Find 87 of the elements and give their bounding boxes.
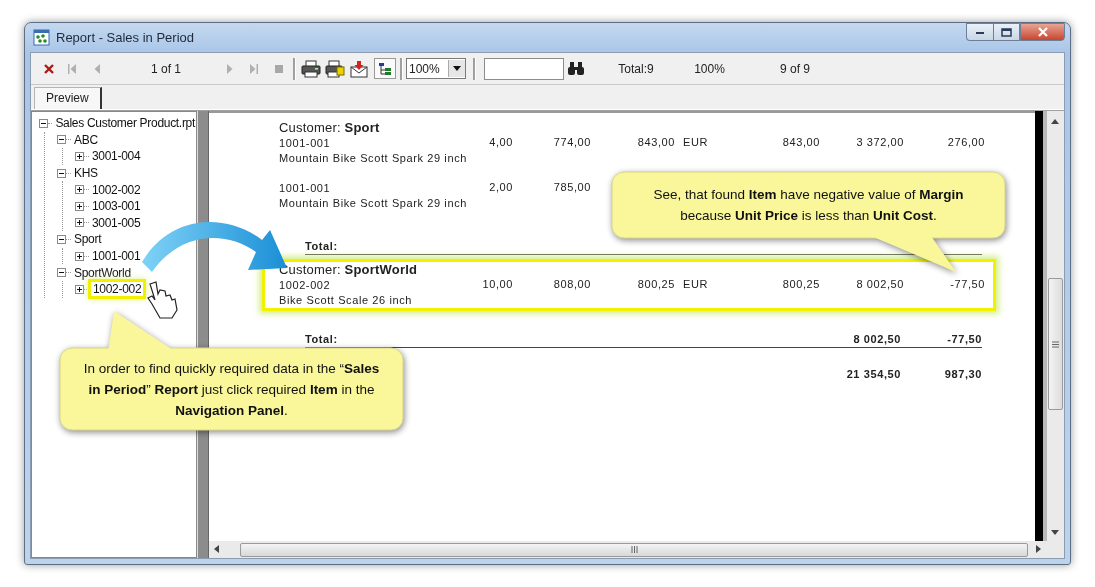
zoom-level: 100%: [693, 61, 726, 76]
close-button[interactable]: [1020, 23, 1065, 41]
hand-cursor-icon: [147, 281, 178, 319]
product-description: Mountain Bike Scott Spark 29 inch: [279, 151, 467, 166]
tree-item[interactable]: 3001-004: [91, 149, 142, 164]
product-code: 1001-001: [279, 181, 332, 196]
expand-icon[interactable]: [75, 251, 84, 261]
scroll-right-icon[interactable]: [1036, 545, 1042, 554]
mail-export-icon[interactable]: [349, 59, 369, 78]
minimize-icon: [975, 29, 985, 35]
currency-cell-text: EUR: [683, 278, 710, 292]
total-margin: -77,50: [946, 332, 982, 347]
amount-cell-text: 8 002,50: [855, 278, 904, 292]
zoom-dropdown[interactable]: 100%: [406, 58, 466, 79]
expand-icon[interactable]: [75, 218, 84, 228]
binoculars-icon[interactable]: [567, 61, 585, 76]
dropdown-arrow-icon: [453, 66, 461, 71]
collapse-icon[interactable]: [57, 168, 66, 178]
tree-item[interactable]: SportWorld: [73, 265, 132, 280]
grip-icon: [630, 546, 638, 553]
tree-item[interactable]: 1002-002: [91, 282, 144, 297]
expand-icon[interactable]: [75, 201, 84, 211]
collapse-icon[interactable]: [57, 268, 66, 278]
search-field[interactable]: [484, 57, 564, 80]
tree-item[interactable]: 1003-001: [91, 199, 142, 214]
maximize-icon: [1001, 27, 1012, 37]
total-count: Total:9: [617, 61, 655, 76]
customer-heading: Customer: SportWorld: [279, 262, 419, 277]
quantity-cell-text: 10,00: [481, 278, 513, 292]
print-setup-icon[interactable]: [325, 59, 345, 78]
product-code: 1001-001: [279, 136, 332, 151]
window-title: Report - Sales in Period: [56, 30, 194, 45]
tree-toggle-button[interactable]: [374, 58, 396, 79]
unit-price-cell-text: 843,00: [781, 136, 820, 150]
amount-cell-text: 3 372,00: [855, 136, 904, 150]
total-label: Total:: [305, 239, 339, 254]
tree-item[interactable]: KHS: [73, 166, 99, 181]
minimize-button[interactable]: [966, 23, 993, 41]
callout-text: See, that found Item have negative value of Margin because Unit Price is less than Unit Cost.: [652, 186, 965, 225]
expand-icon[interactable]: [75, 185, 84, 195]
currency-cell-text: EUR: [683, 136, 710, 150]
price-cell-text: 800,25: [636, 278, 675, 292]
unit-price-cell-text: 800,25: [781, 278, 820, 292]
price-cell-text: 843,00: [636, 136, 675, 150]
product-description: Bike Scott Scale 26 inch: [279, 293, 413, 308]
record-counter: 9 of 9: [779, 61, 811, 76]
tree-item[interactable]: 1002-002: [91, 182, 142, 197]
tree-view-icon: [378, 61, 392, 76]
total-amount: 8 002,50: [852, 332, 901, 347]
unit-cost-cell-text: 808,00: [552, 278, 591, 292]
tree-item[interactable]: Sales Customer Product.rpt: [54, 116, 196, 131]
tree-item[interactable]: Sport: [73, 232, 103, 247]
page-counter: 1 of 1: [150, 61, 182, 76]
scroll-up-icon[interactable]: [1051, 119, 1060, 125]
tree-item[interactable]: 3001-005: [91, 215, 142, 230]
quantity-cell-text: 4,00: [488, 136, 513, 150]
maximize-button[interactable]: [993, 23, 1020, 41]
product-code: 1002-002: [279, 278, 332, 293]
expand-icon[interactable]: [75, 284, 84, 294]
print-icon[interactable]: [301, 59, 321, 78]
unit-cost-cell-text: 785,00: [552, 181, 591, 195]
grand-total-margin: 987,30: [943, 368, 982, 380]
grand-total-amount: 21 354,50: [845, 368, 901, 380]
margin-cell-text: -77,50: [949, 278, 985, 292]
horizontal-scrollbar-thumb[interactable]: [240, 542, 1028, 557]
close-icon[interactable]: [43, 62, 55, 75]
app-icon: [33, 29, 50, 46]
tree-item[interactable]: 1001-001: [91, 249, 142, 264]
zoom-value: 100%: [409, 61, 440, 76]
grip-icon: [1052, 340, 1059, 348]
collapse-icon[interactable]: [57, 234, 66, 244]
vertical-scrollbar-thumb[interactable]: [1048, 278, 1063, 410]
callout-text: In order to find quickly required data in the “Sales in Period” Report just click required Item in the Navigation Panel.: [82, 359, 381, 420]
customer-heading: Customer: Sport: [279, 120, 381, 135]
tree-item[interactable]: ABC: [73, 132, 99, 147]
scroll-left-icon[interactable]: [214, 545, 220, 554]
product-description: Mountain Bike Scott Spark 29 inch: [279, 196, 467, 211]
preview-tab[interactable]: Preview: [34, 87, 102, 109]
quantity-cell-text: 2,00: [488, 181, 513, 195]
collapse-icon[interactable]: [39, 118, 48, 128]
scroll-down-icon[interactable]: [1051, 530, 1060, 536]
margin-cell-text: 276,00: [946, 136, 985, 150]
total-label: Total:: [305, 332, 339, 347]
expand-icon[interactable]: [75, 152, 84, 161]
collapse-icon[interactable]: [57, 135, 66, 145]
unit-cost-cell-text: 774,00: [552, 136, 591, 150]
close-icon: [1036, 27, 1049, 37]
